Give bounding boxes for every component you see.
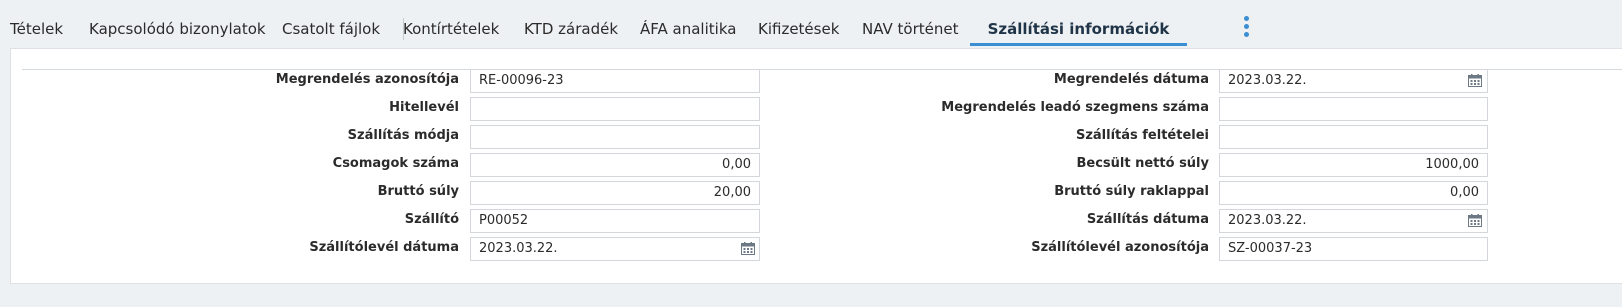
tab-tetelek[interactable]: Tételek: [10, 0, 63, 46]
tab-kifizetesek[interactable]: Kifizetések: [758, 0, 839, 46]
delivery-note-date-field[interactable]: 2023.03.22.: [470, 237, 760, 261]
order-segment-number-field[interactable]: [1219, 97, 1488, 121]
tab-bar: Tételek Kapcsolódó bizonylatok Csatolt f…: [0, 0, 1622, 48]
gross-weight-with-pallet-field[interactable]: 0,00: [1219, 181, 1488, 205]
tab-nav-tortenet[interactable]: NAV történet: [862, 0, 959, 46]
shipping-terms-field[interactable]: [1219, 125, 1488, 149]
tab-kapcsolodo-bizonylatok[interactable]: Kapcsolódó bizonylatok: [89, 0, 266, 46]
label-order-id: Megrendelés azonosítója: [275, 72, 459, 87]
package-count-field[interactable]: 0,00: [470, 153, 760, 177]
carrier-field[interactable]: P00052: [470, 209, 760, 233]
label-gross-weight-with-pallet: Bruttó súly raklappal: [1054, 184, 1209, 199]
calendar-icon[interactable]: [1468, 74, 1482, 87]
calendar-icon[interactable]: [1468, 214, 1482, 227]
label-shipping-terms: Szállítás feltételei: [1075, 128, 1209, 143]
delivery-note-id-field[interactable]: SZ-00037-23: [1219, 237, 1488, 261]
order-date-field[interactable]: 2023.03.22.: [1219, 69, 1488, 93]
label-delivery-note-date: Szállítólevél dátuma: [309, 240, 459, 255]
label-package-count: Csomagok száma: [332, 156, 459, 171]
more-options-icon[interactable]: [1241, 15, 1251, 39]
tab-szallitasi-informaciok[interactable]: Szállítási információk: [970, 0, 1187, 46]
label-carrier: Szállító: [404, 212, 459, 227]
shipping-method-field[interactable]: [470, 125, 760, 149]
label-shipping-method: Szállítás módja: [347, 128, 459, 143]
shipping-date-field[interactable]: 2023.03.22.: [1219, 209, 1488, 233]
tab-csatolt-fajlok[interactable]: Csatolt fájlok: [282, 0, 380, 46]
label-gross-weight: Bruttó súly: [377, 184, 459, 199]
label-delivery-note-id: Szállítólevél azonosítója: [1031, 240, 1209, 255]
label-order-date: Megrendelés dátuma: [1053, 72, 1209, 87]
label-shipping-date: Szállítás dátuma: [1086, 212, 1209, 227]
order-id-field[interactable]: RE-00096-23: [470, 69, 760, 93]
calendar-icon[interactable]: [741, 242, 755, 255]
tab-afa-analitika[interactable]: ÁFA analitika: [640, 0, 736, 46]
tab-kontirtetelek[interactable]: Kontírtételek: [403, 0, 499, 46]
letter-of-credit-field[interactable]: [470, 97, 760, 121]
label-order-segment-number: Megrendelés leadó szegmens száma: [941, 100, 1209, 115]
label-estimated-net-weight: Becsült nettó súly: [1076, 156, 1209, 171]
estimated-net-weight-field[interactable]: 1000,00: [1219, 153, 1488, 177]
tab-ktd-zaradek[interactable]: KTD záradék: [524, 0, 618, 46]
label-letter-of-credit: Hitellevél: [389, 100, 459, 115]
gross-weight-field[interactable]: 20,00: [470, 181, 760, 205]
